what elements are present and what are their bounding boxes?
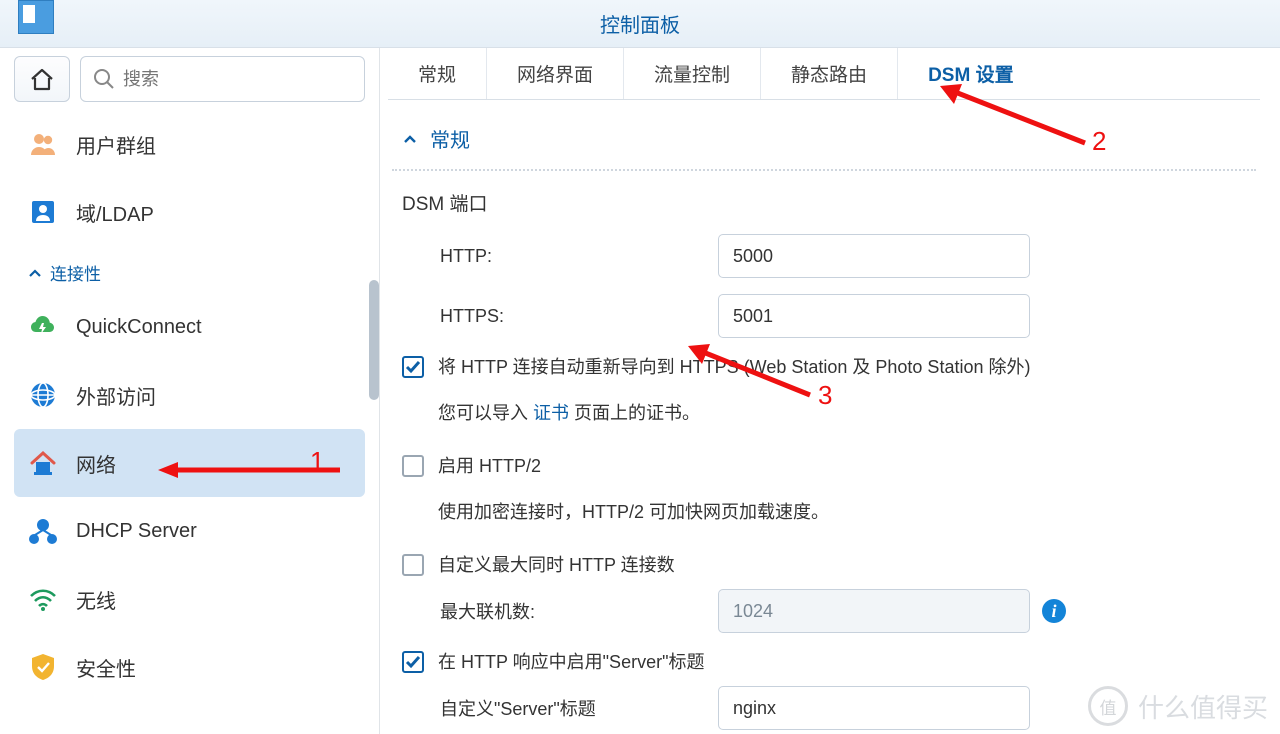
section-header[interactable]: 常规 bbox=[388, 100, 1260, 169]
section-title: 常规 bbox=[430, 124, 470, 153]
maxconn-input bbox=[718, 589, 1030, 633]
sidebar-item-label: 域/LDAP bbox=[76, 198, 154, 227]
sidebar-item-label: 用户群组 bbox=[76, 130, 156, 159]
sidebar-item-label: 网络 bbox=[76, 449, 116, 478]
http2-label: 启用 HTTP/2 bbox=[438, 453, 541, 480]
sidebar-item-label: 无线 bbox=[76, 585, 116, 614]
http2-help-text: 使用加密连接时，HTTP/2 可加快网页加载速度。 bbox=[402, 490, 1246, 542]
sidebar-item-label: 安全性 bbox=[76, 653, 136, 682]
https-label: HTTPS: bbox=[402, 306, 718, 327]
sidebar-item-usergroups[interactable]: 用户群组 bbox=[0, 110, 379, 178]
addressbook-icon bbox=[28, 197, 58, 227]
dsm-port-heading: DSM 端口 bbox=[402, 189, 1246, 234]
annotation-label-1: 1 bbox=[310, 446, 324, 477]
chevron-up-icon bbox=[402, 133, 418, 145]
maxconn-checkbox[interactable] bbox=[402, 554, 424, 576]
title-bar: 控制面板 bbox=[0, 0, 1280, 48]
annotation-label-2: 2 bbox=[1092, 126, 1106, 157]
http-label: HTTP: bbox=[402, 246, 718, 267]
cert-link[interactable]: 证书 bbox=[533, 403, 569, 423]
watermark-badge: 值 bbox=[1088, 686, 1128, 726]
redirect-https-label: 将 HTTP 连接自动重新导向到 HTTPS (Web Station 及 Ph… bbox=[438, 354, 1030, 381]
chevron-up-icon bbox=[28, 268, 42, 278]
tab-traffic[interactable]: 流量控制 bbox=[624, 48, 761, 99]
tab-dsm-settings[interactable]: DSM 设置 bbox=[898, 48, 1044, 99]
window-title: 控制面板 bbox=[600, 9, 680, 38]
maxconn-field-label: 最大联机数: bbox=[402, 598, 718, 624]
sidebar-item-quickconnect[interactable]: QuickConnect bbox=[0, 293, 379, 361]
tab-bar: 常规 网络界面 流量控制 静态路由 DSM 设置 bbox=[388, 48, 1260, 100]
sidebar: 用户群组 域/LDAP 连接性 QuickConnect bbox=[0, 48, 380, 734]
server-header-checkbox[interactable] bbox=[402, 651, 424, 673]
section-divider bbox=[392, 169, 1256, 171]
sidebar-item-external-access[interactable]: 外部访问 bbox=[0, 361, 379, 429]
watermark-text: 什么值得买 bbox=[1138, 688, 1268, 725]
sidebar-group-connectivity[interactable]: 连接性 bbox=[0, 246, 379, 293]
https-port-input[interactable] bbox=[718, 294, 1030, 338]
tab-general[interactable]: 常规 bbox=[388, 48, 487, 99]
info-icon[interactable]: i bbox=[1042, 599, 1066, 623]
network-house-icon bbox=[28, 448, 58, 478]
scrollbar-thumb[interactable] bbox=[369, 280, 379, 400]
maxconn-label: 自定义最大同时 HTTP 连接数 bbox=[438, 552, 675, 579]
sidebar-item-wireless[interactable]: 无线 bbox=[0, 565, 379, 633]
redirect-https-checkbox[interactable] bbox=[402, 356, 424, 378]
sidebar-group-label: 连接性 bbox=[50, 260, 101, 285]
http2-checkbox[interactable] bbox=[402, 455, 424, 477]
server-header-input[interactable] bbox=[718, 686, 1030, 730]
sidebar-item-security[interactable]: 安全性 bbox=[0, 633, 379, 701]
sidebar-item-dhcp[interactable]: DHCP Server bbox=[0, 497, 379, 565]
search-box[interactable] bbox=[80, 56, 365, 102]
sidebar-item-label: DHCP Server bbox=[76, 520, 197, 543]
sidebar-item-label: 外部访问 bbox=[76, 381, 156, 410]
tab-static-route[interactable]: 静态路由 bbox=[761, 48, 898, 99]
search-input[interactable] bbox=[123, 69, 352, 90]
home-icon bbox=[29, 67, 55, 91]
annotation-label-3: 3 bbox=[818, 380, 832, 411]
search-icon bbox=[93, 68, 115, 90]
users-icon bbox=[28, 129, 58, 159]
cloud-bolt-icon bbox=[28, 312, 58, 342]
wifi-icon bbox=[28, 584, 58, 614]
tab-interface[interactable]: 网络界面 bbox=[487, 48, 624, 99]
sidebar-item-label: QuickConnect bbox=[76, 316, 202, 339]
app-icon bbox=[18, 0, 54, 34]
shield-icon bbox=[28, 652, 58, 682]
http-port-input[interactable] bbox=[718, 234, 1030, 278]
sidebar-item-ldap[interactable]: 域/LDAP bbox=[0, 178, 379, 246]
globe-icon bbox=[28, 380, 58, 410]
home-button[interactable] bbox=[14, 56, 70, 102]
server-header-label: 在 HTTP 响应中启用"Server"标题 bbox=[438, 649, 704, 676]
watermark: 值 什么值得买 bbox=[1088, 686, 1268, 726]
server-custom-label: 自定义"Server"标题 bbox=[402, 695, 718, 721]
dhcp-icon bbox=[28, 516, 58, 546]
